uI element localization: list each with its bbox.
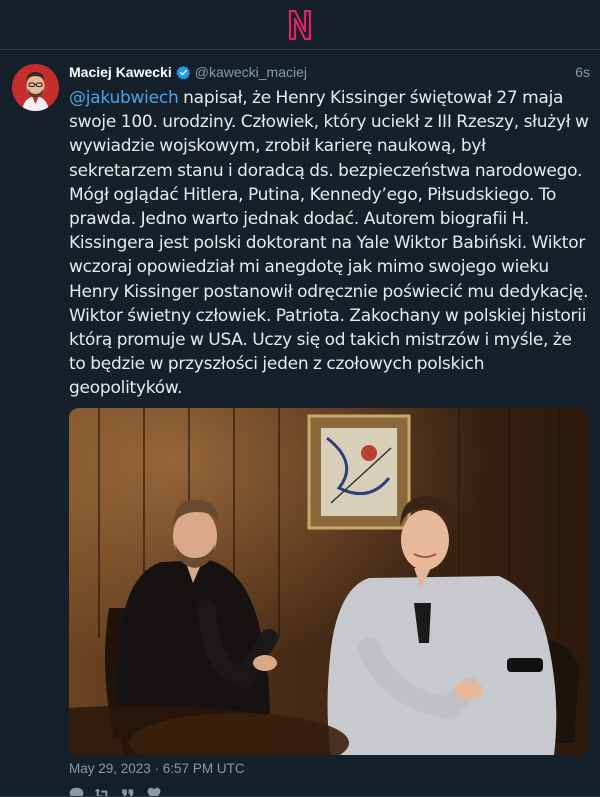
tweet-text-content: napisał, że Henry Kissinger świętował 27… [69,88,594,399]
top-bar [0,0,600,50]
tweet-photo[interactable] [69,407,589,755]
avatar[interactable] [12,64,59,111]
tweet-body: Maciej Kawecki @kawecki_maciej 6s @jakub… [69,62,590,797]
avatar-portrait-icon [12,64,59,111]
tweet-date[interactable]: May 29, 2023 · 6:57 PM UTC [69,761,590,776]
tweet-photo-two-men-icon [69,407,589,755]
tweet: Maciej Kawecki @kawecki_maciej 6s @jakub… [0,50,600,797]
verified-badge-icon [176,65,190,79]
tweet-header: Maciej Kawecki @kawecki_maciej 6s [69,62,590,82]
author-handle[interactable]: @kawecki_maciej [195,64,307,80]
app-logo-n-icon[interactable] [287,9,313,41]
mention-link[interactable]: @jakubwiech [69,88,179,108]
author-name[interactable]: Maciej Kawecki [69,64,172,80]
tweet-text: @jakubwiech napisał, że Henry Kissinger … [69,86,590,401]
tweet-actions [68,784,590,797]
tweet-time-ago[interactable]: 6s [575,64,590,80]
